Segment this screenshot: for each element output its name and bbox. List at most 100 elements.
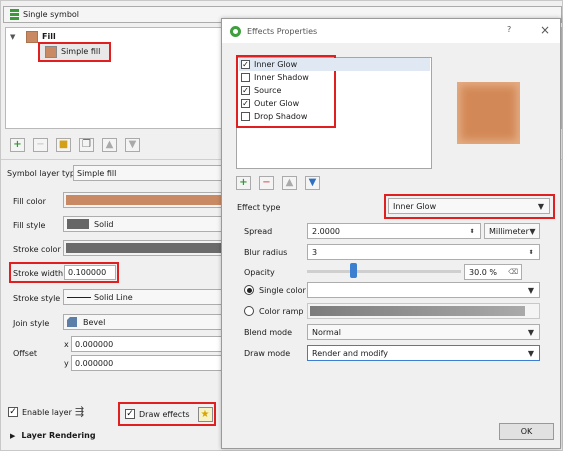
spinner-icon[interactable]: ⬍ [467,228,477,235]
stroke-width-input[interactable]: 0.100000 [64,265,116,280]
effect-checkbox[interactable]: ✓ [241,60,250,69]
join-style-select[interactable]: Bevel [63,314,233,330]
stroke-style-label: Stroke style [13,294,61,303]
chevron-down-icon: ▼ [527,285,535,295]
effect-type-value: Inner Glow [393,201,437,211]
blend-mode-select[interactable]: Normal ▼ [307,324,540,340]
duplicate-icon[interactable]: ❐ [79,138,94,152]
effect-item[interactable]: Inner Shadow [239,71,430,84]
effect-type-select[interactable]: Inner Glow ▼ [388,198,550,214]
single-color-label: Single color [259,285,306,295]
opacity-input[interactable]: 30.0 % ⌫ [464,264,522,280]
stroke-color-button[interactable] [63,240,233,256]
chevron-down-icon: ▼ [527,348,535,358]
stroke-color-label: Stroke color [13,245,61,254]
effect-item[interactable]: ✓ Source [239,84,430,97]
effects-star-icon[interactable]: ★ [197,406,213,422]
chevron-down-icon: ▼ [537,201,545,211]
remove-layer-icon[interactable]: − [33,138,48,152]
fill-style-value: Solid [94,219,114,229]
layer-rendering-label: Layer Rendering [21,431,96,440]
bevel-join-icon [67,317,77,327]
layer-type-label: Symbol layer type [7,169,80,178]
single-color-button[interactable]: ▼ [307,282,540,298]
move-down-icon[interactable]: ▼ [125,138,140,152]
close-icon[interactable]: × [540,23,550,37]
fill-color-label: Fill color [13,197,46,206]
clear-icon[interactable]: ⌫ [508,268,518,276]
fill-style-select[interactable]: Solid [63,216,233,232]
effects-items: ✓ Inner Glow Inner Shadow ✓ Source ✓ Outer Glo… [239,58,430,123]
help-button[interactable]: ? [507,25,511,34]
color-ramp-button[interactable] [307,303,540,319]
draw-mode-label: Draw mode [244,349,291,358]
expand-arrow-icon: ▶ [10,431,16,440]
data-defined-override-icon[interactable]: ⇶ [75,405,84,418]
layer-type-value: Simple fill [77,168,117,178]
spread-input[interactable]: 2.0000 ⬍ [307,223,481,239]
blur-radius-input[interactable]: 3 ⬍ [307,244,540,260]
effect-checkbox[interactable] [241,112,250,121]
color-ramp-radio[interactable]: Color ramp [244,306,304,316]
color-ramp-label: Color ramp [259,306,304,316]
stroke-style-value: Solid Line [94,292,133,302]
radio-selected-icon [244,285,254,295]
tree-root-label[interactable]: Fill [42,32,56,41]
effect-item[interactable]: ✓ Outer Glow [239,97,430,110]
chevron-down-icon: ▼ [527,327,535,337]
opacity-slider-track[interactable] [307,270,461,273]
effect-checkbox[interactable]: ✓ [241,86,250,95]
join-style-value: Bevel [83,317,106,327]
effects-properties-dialog: Effects Properties ? × ✓ Inner Glow Inner … [221,18,561,449]
effect-checkbox[interactable] [241,73,250,82]
join-style-label: Join style [13,319,50,328]
tree-expand-icon[interactable]: ▼ [10,33,15,41]
ok-button[interactable]: OK [499,423,554,440]
spread-label: Spread [244,227,273,236]
enable-layer-checkbox[interactable]: ✓ Enable layer [8,407,72,417]
move-up-icon[interactable]: ▲ [102,138,117,152]
ok-label: OK [520,427,533,436]
lock-icon[interactable]: ■ [56,138,71,152]
add-effect-icon[interactable]: + [236,176,251,190]
qgis-logo-icon [230,25,241,37]
effect-toolbar: + − ▲ ▼ [236,176,320,190]
offset-y-input[interactable]: 0.000000 [71,355,233,371]
simple-fill-swatch-icon [45,46,57,58]
radio-unselected-icon [244,306,254,316]
single-color-radio[interactable]: Single color [244,285,306,295]
spread-unit-select[interactable]: Millimeter ▼ [484,223,540,239]
effect-label: Inner Shadow [254,73,309,82]
add-layer-icon[interactable]: + [10,138,25,152]
fill-style-label: Fill style [13,221,46,230]
move-effect-down-icon[interactable]: ▼ [305,176,320,190]
effect-label: Drop Shadow [254,112,308,121]
offset-x-input[interactable]: 0.000000 [71,336,233,352]
layer-type-select[interactable]: Simple fill [73,165,233,181]
draw-mode-select[interactable]: Render and modify ▼ [307,345,540,361]
opacity-value: 30.0 % [469,267,497,277]
dialog-title: Effects Properties [247,26,318,36]
offset-label: Offset [13,349,38,358]
draw-effects-checkbox[interactable]: ✓ [125,409,135,419]
move-effect-up-icon[interactable]: ▲ [282,176,297,190]
effect-item[interactable]: Drop Shadow [239,110,430,123]
layer-rendering-section[interactable]: ▶ Layer Rendering [10,431,96,440]
stroke-width-label: Stroke width [13,269,64,278]
remove-effect-icon[interactable]: − [259,176,274,190]
effect-checkbox[interactable]: ✓ [241,99,250,108]
spinner-icon[interactable]: ⬍ [526,249,536,256]
opacity-label: Opacity [244,268,275,277]
blur-radius-value: 3 [312,247,318,257]
stroke-style-select[interactable]: Solid Line [63,289,233,305]
fill-color-button[interactable] [63,192,233,208]
effect-item[interactable]: ✓ Inner Glow [239,58,430,71]
stroke-width-value: 0.100000 [68,268,107,277]
simple-fill-label: Simple fill [61,47,101,56]
blur-radius-label: Blur radius [244,248,288,257]
fill-style-swatch-icon [67,219,89,229]
enable-layer-label: Enable layer [22,407,72,417]
simple-fill-item[interactable]: Simple fill [38,42,111,62]
draw-effects-label: Draw effects [139,409,190,419]
opacity-slider-thumb[interactable] [350,263,358,278]
